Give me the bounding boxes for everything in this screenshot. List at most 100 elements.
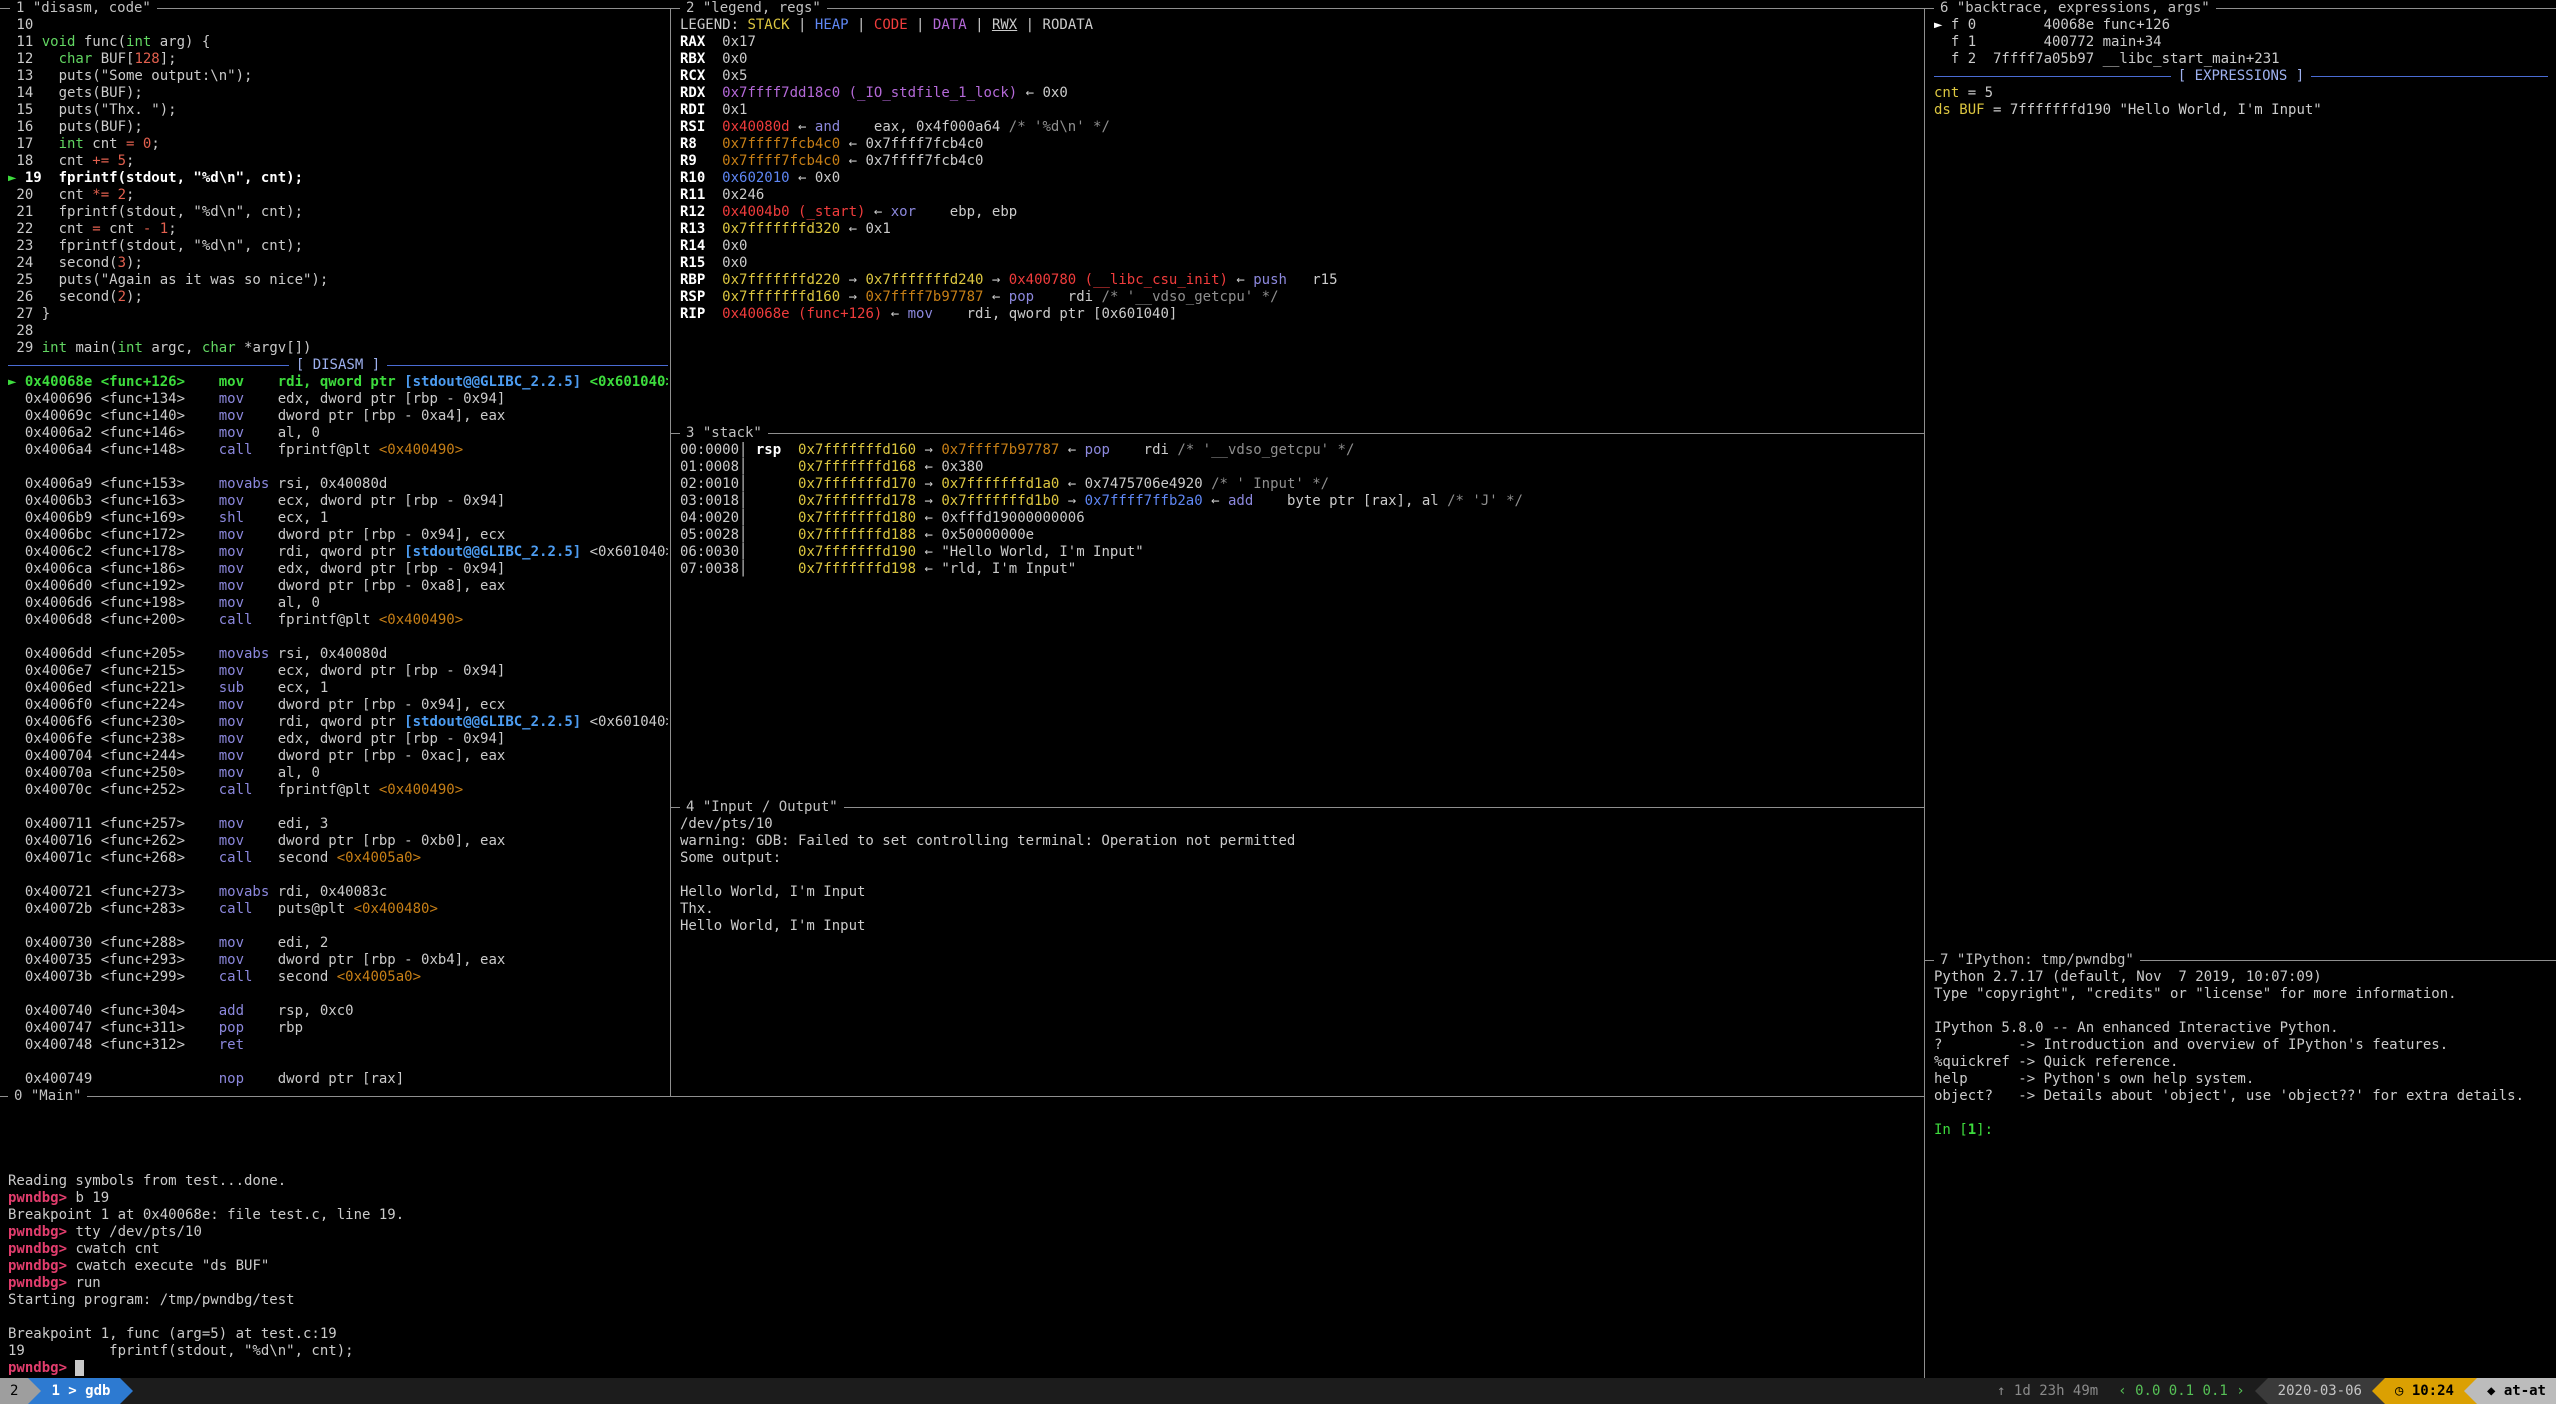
terminal-row: 11 void func(int arg) { bbox=[8, 34, 668, 51]
text-segment bbox=[705, 272, 722, 288]
text-segment: 11 bbox=[8, 34, 42, 50]
text-segment: 0x4004b0 bbox=[722, 204, 789, 220]
text-segment: byte ptr [rax], al bbox=[1253, 493, 1438, 509]
text-segment: 0x4006a9 <func+153> bbox=[8, 476, 219, 492]
text-segment: 19 fprintf(stdout, "%d\n", cnt); bbox=[8, 1343, 354, 1359]
text-segment: cwatch cnt bbox=[75, 1241, 159, 1257]
pane-backtrace-expressions[interactable]: ► f 0 40068e func+126 f 1 400772 main+34… bbox=[1934, 17, 2548, 947]
terminal-row: 0x4006b3 <func+163> mov ecx, dword ptr [… bbox=[8, 493, 668, 510]
text-segment: 0x4006bc <func+172> bbox=[8, 527, 219, 543]
terminal-row: 0x400716 <func+262> mov dword ptr [rbp -… bbox=[8, 833, 668, 850]
text-segment: 0x400711 <func+257> bbox=[8, 816, 219, 832]
terminal-row: 0x400711 <func+257> mov edi, 3 bbox=[8, 816, 668, 833]
text-segment: dword ptr [rax] bbox=[244, 1071, 404, 1087]
text-segment: sub bbox=[219, 680, 244, 696]
pane-ipython[interactable]: Python 2.7.17 (default, Nov 7 2019, 10:0… bbox=[1934, 969, 2548, 1369]
pane-main-gdb[interactable]: Reading symbols from test...done.pwndbg>… bbox=[8, 1105, 1916, 1377]
text-segment: ← 0x7475706e4920 bbox=[1059, 476, 1202, 492]
text-segment: ► bbox=[8, 170, 25, 186]
text-segment bbox=[151, 221, 159, 237]
text-segment: ? -> Introduction and overview of IPytho… bbox=[1934, 1037, 2448, 1053]
session-indicator[interactable]: 2 bbox=[0, 1378, 28, 1404]
text-segment: 3 bbox=[118, 255, 126, 271]
terminal-row: 16 puts(BUF); bbox=[8, 119, 668, 136]
pane-border-io[interactable] bbox=[670, 807, 1924, 808]
text-segment: ← 0x1 bbox=[840, 221, 891, 237]
text-segment: [stdout@@GLIBC_2.2.5] bbox=[404, 544, 581, 560]
text-segment: cnt bbox=[1934, 85, 1959, 101]
text-segment: 0x400721 <func+273> bbox=[8, 884, 219, 900]
text-segment: │ bbox=[739, 459, 798, 475]
terminal-row: 03:0018│ 0x7fffffffd178 → 0x7fffffffd1b0… bbox=[680, 493, 1916, 510]
terminal-row bbox=[8, 1105, 1916, 1122]
text-segment: pwndbg> bbox=[8, 1190, 75, 1206]
terminal-row: 0x400704 <func+244> mov dword ptr [rbp -… bbox=[8, 748, 668, 765]
terminal-row bbox=[1934, 1105, 2548, 1122]
text-segment bbox=[781, 442, 798, 458]
terminal-row: pwndbg> b 19 bbox=[8, 1190, 1916, 1207]
text-segment: 0x400716 <func+262> bbox=[8, 833, 219, 849]
text-segment: 0x7ffff7b97787 bbox=[865, 289, 983, 305]
text-segment: dword ptr [rbp - 0xa4], eax bbox=[244, 408, 505, 424]
text-segment: argc, bbox=[143, 340, 202, 356]
text-segment: shl bbox=[219, 510, 244, 526]
terminal-row bbox=[8, 1054, 668, 1071]
tmux-status-bar: 2 1 > gdb ↑ 1d 23h 49m ‹ 0.0 0.1 0.1 › 2… bbox=[0, 1378, 2556, 1404]
pane-border-stack[interactable] bbox=[670, 433, 1924, 434]
text-segment: RSI bbox=[680, 119, 705, 135]
terminal-row: R12 0x4004b0 (_start) ← xor ebp, ebp bbox=[680, 204, 1916, 221]
pane-border-vertical-left[interactable] bbox=[670, 8, 671, 1096]
text-segment: ← 0x7ffff7fcb4c0 bbox=[840, 153, 983, 169]
text-segment: 0x7fffffffd160 bbox=[798, 442, 916, 458]
terminal-row bbox=[680, 867, 1916, 884]
terminal-row: 0x4006d8 <func+200> call fprintf@plt <0x… bbox=[8, 612, 668, 629]
text-segment: ); bbox=[126, 255, 143, 271]
text-segment: <0x400490> bbox=[379, 442, 463, 458]
terminal-row: Type "copyright", "credits" or "license"… bbox=[1934, 986, 2548, 1003]
text-segment: ecx, dword ptr [rbp - 0x94] bbox=[244, 663, 505, 679]
text-segment: 0x4006ed <func+221> bbox=[8, 680, 219, 696]
text-segment: call bbox=[219, 901, 253, 917]
text-segment: main( bbox=[67, 340, 118, 356]
text-segment: *= bbox=[92, 187, 109, 203]
pane-title-main: 0 "Main" bbox=[8, 1088, 87, 1105]
text-segment: (_start) bbox=[790, 204, 866, 220]
text-segment: <0x4005a0> bbox=[337, 969, 421, 985]
text-segment: LEGEND: bbox=[680, 17, 747, 33]
text-segment: = bbox=[92, 221, 100, 237]
text-segment: HEAP bbox=[815, 17, 849, 33]
pane-disasm-code[interactable]: 10 11 void func(int arg) { 12 char BUF[1… bbox=[8, 17, 668, 1088]
text-segment: rbp bbox=[244, 1020, 303, 1036]
terminal-row: 0x4006c2 <func+178> mov rdi, qword ptr [… bbox=[8, 544, 668, 561]
text-segment: │ bbox=[739, 561, 798, 577]
terminal-row bbox=[1934, 1003, 2548, 1020]
pane-border-main[interactable] bbox=[0, 1096, 1924, 1097]
text-segment: 25 puts("Again as it was so nice"); bbox=[8, 272, 328, 288]
pane-stack[interactable]: 00:0000│ rsp 0x7fffffffd160 → 0x7ffff7b9… bbox=[680, 442, 1916, 792]
terminal-row: In [1]: bbox=[1934, 1122, 2548, 1139]
terminal-row: 19 fprintf(stdout, "%d\n", cnt); bbox=[8, 1343, 1916, 1360]
terminal-row: f 1 400772 main+34 bbox=[1934, 34, 2548, 51]
text-segment: 23 fprintf(stdout, "%d\n", cnt); bbox=[8, 238, 303, 254]
text-segment: <0x400480> bbox=[354, 901, 438, 917]
pane-input-output[interactable]: /dev/pts/10warning: GDB: Failed to set c… bbox=[680, 816, 1916, 1086]
text-segment: al, 0 bbox=[244, 595, 320, 611]
section-separator-label: [ EXPRESSIONS ] bbox=[2171, 68, 2311, 84]
text-segment: 0x7ffff7fcb4c0 bbox=[722, 136, 840, 152]
text-segment: → bbox=[916, 442, 941, 458]
text-segment: ; bbox=[151, 136, 159, 152]
text-segment: ecx, 1 bbox=[244, 680, 328, 696]
text-segment: fprintf@plt bbox=[252, 442, 378, 458]
window-tab-gdb[interactable]: 1 > gdb bbox=[41, 1378, 120, 1404]
terminal-row: Breakpoint 1, func (arg=5) at test.c:19 bbox=[8, 1326, 1916, 1343]
terminal-row: R11 0x246 bbox=[680, 187, 1916, 204]
text-segment: /* '__vdso_getcpu' */ bbox=[1169, 442, 1354, 458]
text-segment: rdi bbox=[1034, 289, 1093, 305]
text-segment: second bbox=[252, 850, 336, 866]
text-segment: puts@plt bbox=[252, 901, 353, 917]
terminal-row: 14 gets(BUF); bbox=[8, 85, 668, 102]
pane-border-vertical-right[interactable] bbox=[1924, 8, 1925, 1378]
terminal-row: 00:0000│ rsp 0x7fffffffd160 → 0x7ffff7b9… bbox=[680, 442, 1916, 459]
pane-legend-regs[interactable]: LEGEND: STACK | HEAP | CODE | DATA | RWX… bbox=[680, 17, 1916, 425]
text-segment: 0x400704 <func+244> bbox=[8, 748, 219, 764]
